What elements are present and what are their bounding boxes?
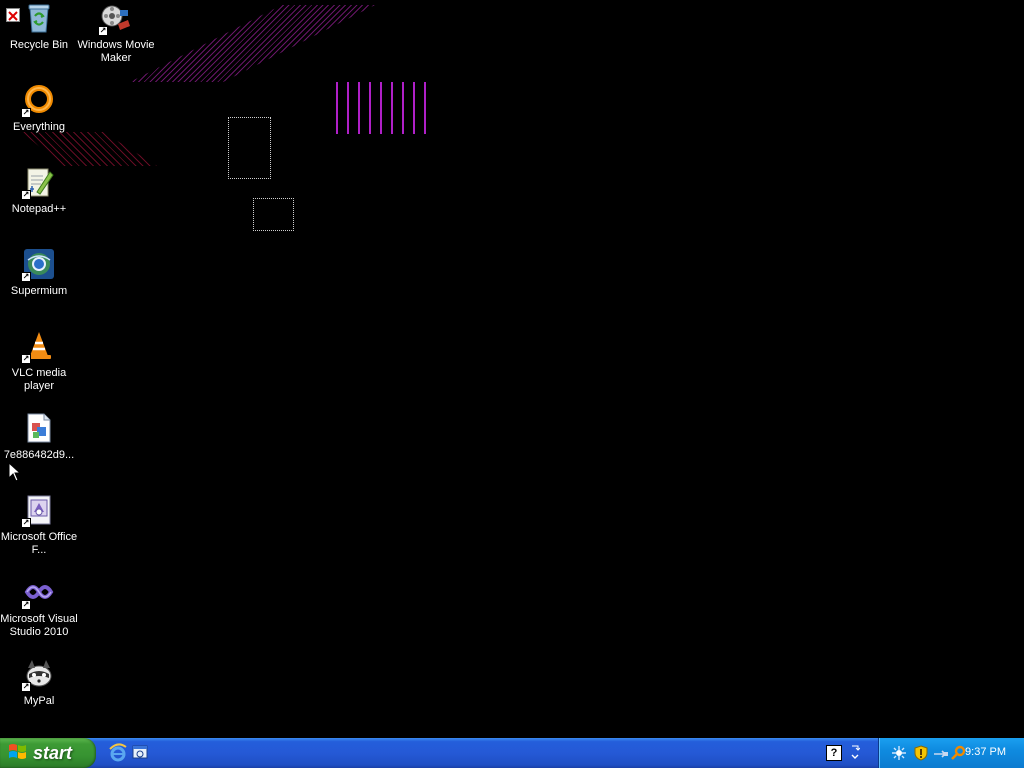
shortcut-arrow-icon: ↗ <box>21 518 31 528</box>
desktop-icon-label: VLC media player <box>11 367 67 392</box>
desktop-icon-label: Everything <box>13 121 65 133</box>
desktop-icon-vlc[interactable]: ↗ VLC media player <box>0 330 78 393</box>
everything-icon: ↗ <box>21 84 55 118</box>
shortcut-arrow-icon: ↗ <box>98 26 108 36</box>
mouse-cursor-icon <box>8 461 22 487</box>
mypal-icon: ↗ <box>21 658 55 692</box>
system-tray: 9:37 PM <box>878 738 1024 768</box>
desktop-icon-notepad-plus-plus[interactable]: ↗ Notepad++ <box>0 166 78 216</box>
desktop-icon-label: MyPal <box>23 695 55 707</box>
desktop-icon-visual-studio[interactable]: ↗ Microsoft Visual Studio 2010 <box>0 576 78 639</box>
start-button[interactable]: start <box>0 738 96 768</box>
shortcut-arrow-icon: ↗ <box>21 600 31 610</box>
visual-studio-icon: ↗ <box>21 576 55 610</box>
internet-explorer-icon[interactable] <box>108 743 128 763</box>
desktop-icon-supermium[interactable]: ↗ Supermium <box>0 248 78 298</box>
windows-logo-icon <box>8 742 28 765</box>
desktop-selection-box-small <box>253 198 294 231</box>
shortcut-arrow-icon: ↗ <box>21 190 31 200</box>
shortcut-arrow-icon: ↗ <box>21 682 31 692</box>
image-file-icon <box>23 412 55 444</box>
help-icon[interactable]: ? <box>826 745 842 761</box>
desktop-icon-office-file[interactable]: ↗ Microsoft Office F... <box>0 494 78 557</box>
supermium-icon: ↗ <box>21 248 55 282</box>
shortcut-arrow-icon: ↗ <box>21 108 31 118</box>
notepad-plus-plus-icon: ↗ <box>21 166 55 200</box>
vlc-icon: ↗ <box>21 330 55 364</box>
desktop-icon-windows-movie-maker[interactable]: ↗ Windows Movie Maker <box>77 2 155 65</box>
desktop-icon-recycle-bin[interactable]: Recycle Bin <box>0 2 78 52</box>
desktop-artifact-red-stripes <box>22 132 157 166</box>
shortcut-arrow-icon: ↗ <box>21 354 31 364</box>
desktop-artifact-bars <box>336 82 432 134</box>
network-icon[interactable] <box>891 745 907 761</box>
shortcut-arrow-icon: ↗ <box>21 272 31 282</box>
desktop-icon-everything[interactable]: ↗ Everything <box>0 84 78 134</box>
desktop-icon-image-file[interactable]: 7e886482d9... <box>0 412 78 462</box>
desktop-icon-mypal[interactable]: ↗ MyPal <box>0 658 78 708</box>
desktop-artifact-stripes <box>130 5 375 82</box>
desktop-icon-label: 7e886482d9... <box>3 449 75 461</box>
desktop-selection-box <box>228 117 271 179</box>
movie-maker-icon: ↗ <box>98 2 132 36</box>
security-shield-icon[interactable] <box>913 745 929 761</box>
clock[interactable]: 9:37 PM <box>965 746 1006 758</box>
show-desktop-icon[interactable] <box>130 743 150 763</box>
desktop-icon-label: Microsoft Office F... <box>0 531 78 556</box>
desktop-icon-label: Recycle Bin <box>9 39 69 51</box>
office-file-icon: ↗ <box>21 494 55 528</box>
start-label: start <box>33 742 73 763</box>
desktop-icon-label: Supermium <box>10 285 68 297</box>
recycle-bin-icon <box>23 2 55 34</box>
desktop-icon-label: Microsoft Visual Studio 2010 <box>0 613 78 638</box>
taskbar: start 9:37 PM <box>0 738 1024 768</box>
usb-icon[interactable] <box>933 745 949 761</box>
desktop-icon-label: Notepad++ <box>11 203 67 215</box>
desktop-icon-label: Windows Movie Maker <box>77 39 155 64</box>
language-bar-arrows-icon[interactable] <box>850 743 861 763</box>
